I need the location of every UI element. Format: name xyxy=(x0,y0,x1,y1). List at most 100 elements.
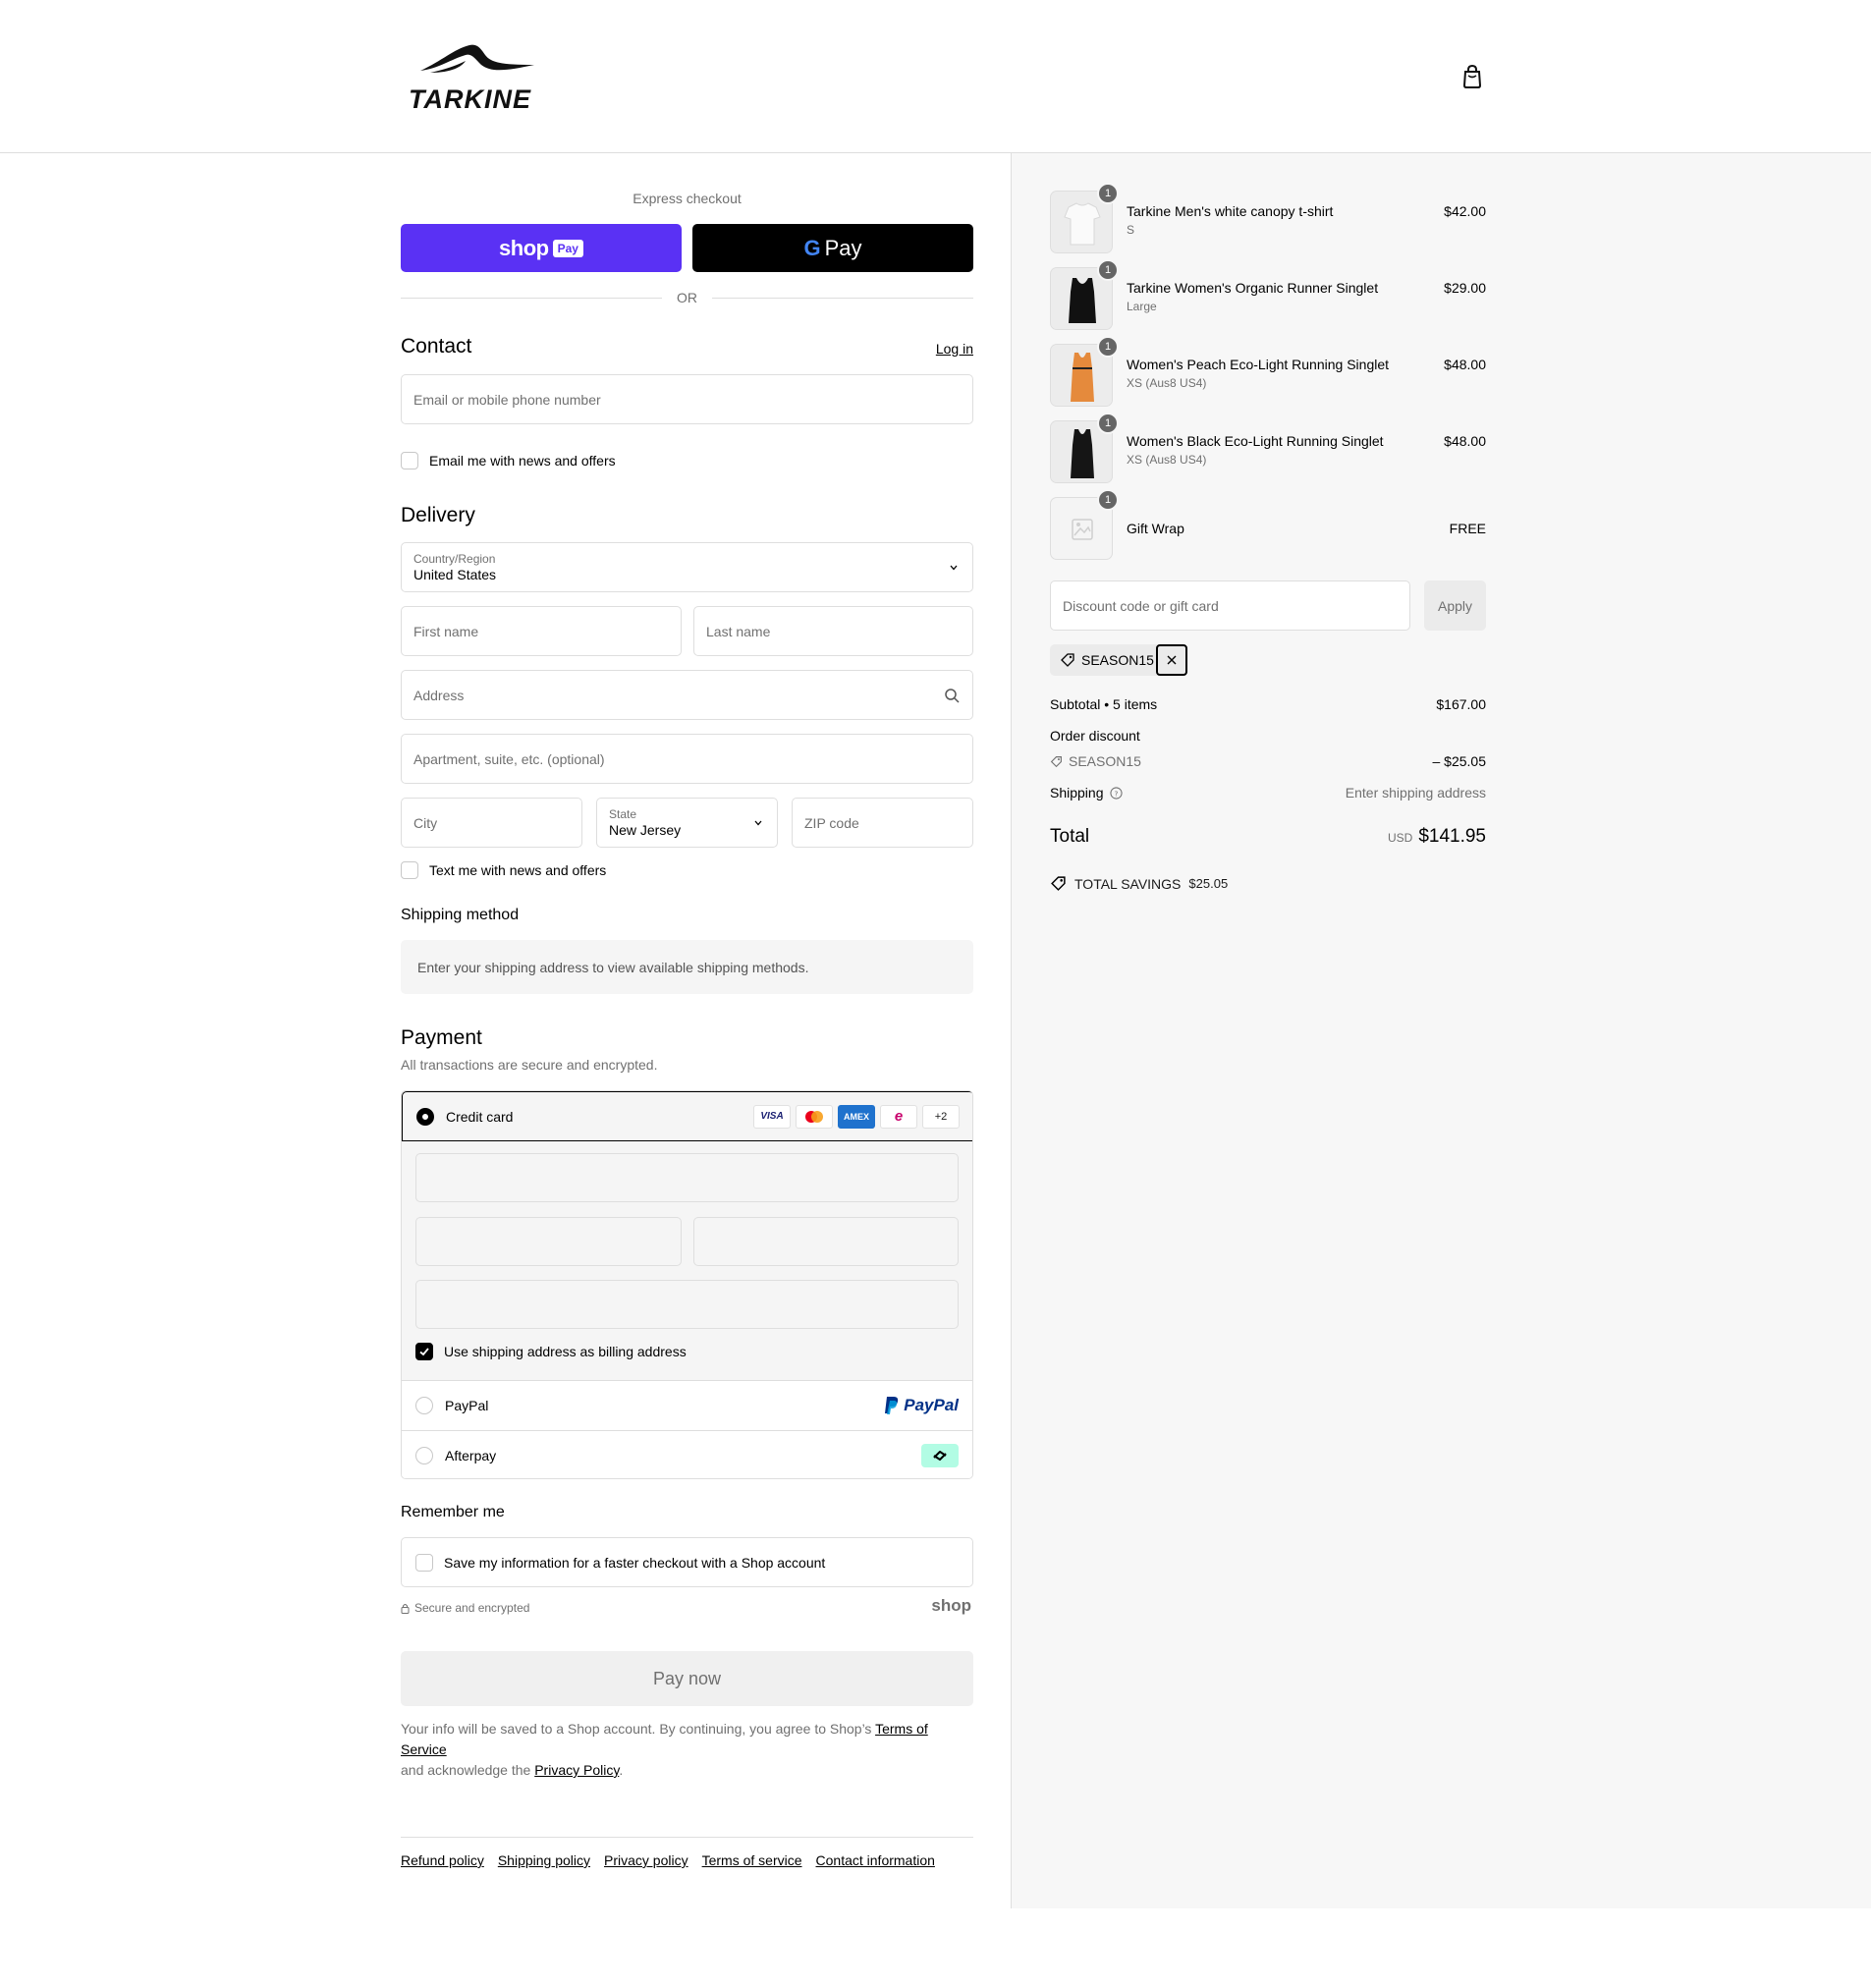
logo-wordmark: TARKINE xyxy=(409,84,531,114)
checkmark-icon xyxy=(419,1348,429,1356)
shipping-method-notice: Enter your shipping address to view avai… xyxy=(401,940,973,994)
shop-pay-word: shop xyxy=(499,235,549,260)
order-discount-row: Order discount xyxy=(1050,728,1486,744)
expiry-input[interactable] xyxy=(415,1217,682,1266)
quantity-badge: 1 xyxy=(1097,183,1119,204)
or-divider-text: OR xyxy=(677,290,697,305)
item-variant: S xyxy=(1127,223,1135,237)
afterpay-radio[interactable] xyxy=(415,1447,433,1464)
paypal-label: PayPal xyxy=(445,1398,489,1413)
text-news-option[interactable]: Text me with news and offers xyxy=(401,861,606,879)
login-link[interactable]: Log in xyxy=(936,341,973,357)
divider xyxy=(712,298,973,299)
paypal-logo: PayPal xyxy=(884,1396,959,1415)
applied-code: SEASON15 xyxy=(1081,652,1154,668)
email-field[interactable]: Email or mobile phone number xyxy=(401,374,973,424)
total-value: $141.95 xyxy=(1418,826,1486,847)
billing-checkbox[interactable] xyxy=(415,1343,433,1360)
paypal-radio[interactable] xyxy=(415,1397,433,1414)
mastercard-icon xyxy=(796,1104,833,1129)
item-name: Gift Wrap xyxy=(1127,521,1184,536)
shop-logo: shop xyxy=(931,1596,971,1615)
contact-information-link[interactable]: Contact information xyxy=(816,1852,935,1868)
google-pay-button[interactable]: G Pay xyxy=(692,224,973,272)
paypal-wordmark: PayPal xyxy=(904,1396,959,1414)
state-select[interactable]: State New Jersey xyxy=(596,798,778,848)
credit-card-radio[interactable] xyxy=(416,1107,434,1126)
credit-card-form: Use shipping address as billing address xyxy=(402,1141,972,1380)
apply-discount-button[interactable]: Apply xyxy=(1424,580,1486,631)
remove-discount-button[interactable] xyxy=(1155,644,1187,676)
applied-discount-tag: SEASON15 xyxy=(1050,644,1187,676)
line-item: 1 Tarkine Men's white canopy t-shirt S $… xyxy=(1050,183,1486,253)
address-placeholder: Address xyxy=(413,687,465,703)
tarkine-logo[interactable]: TARKINE xyxy=(409,39,550,114)
express-checkout-title: Express checkout xyxy=(633,191,742,206)
help-icon[interactable]: ? xyxy=(1109,786,1123,800)
subtotal-row: Subtotal • 5 items $167.00 xyxy=(1050,696,1486,712)
text-news-label: Text me with news and offers xyxy=(429,862,607,878)
refund-policy-link[interactable]: Refund policy xyxy=(401,1852,484,1868)
shop-pay-button[interactable]: shop Pay xyxy=(401,224,682,272)
secure-note: Secure and encrypted xyxy=(401,1601,529,1615)
last-name-field[interactable]: Last name xyxy=(693,606,973,656)
text-news-checkbox[interactable] xyxy=(401,861,418,879)
save-info-label: Save my information for a faster checkou… xyxy=(444,1554,826,1571)
google-g-icon: G xyxy=(803,235,821,260)
quantity-badge: 1 xyxy=(1097,336,1119,358)
shopping-bag-icon[interactable] xyxy=(1460,64,1484,89)
legal-middle: and acknowledge the xyxy=(401,1762,535,1778)
quantity-badge: 1 xyxy=(1097,413,1119,434)
tag-icon xyxy=(1061,653,1074,667)
zip-field[interactable]: ZIP code xyxy=(792,798,973,848)
zip-placeholder: ZIP code xyxy=(804,814,859,831)
total-savings: TOTAL SAVINGS $25.05 xyxy=(1050,875,1228,892)
state-label: State xyxy=(609,807,637,821)
shop-pay-chip: Pay xyxy=(552,239,583,257)
legal-prefix: Your info will be saved to a Shop accoun… xyxy=(401,1721,876,1737)
discount-value: – $25.05 xyxy=(1432,753,1487,769)
item-price: $48.00 xyxy=(1444,357,1486,372)
terms-of-service-footer-link[interactable]: Terms of service xyxy=(702,1852,802,1868)
save-info-option[interactable]: Save my information for a faster checkou… xyxy=(401,1537,973,1587)
svg-text:?: ? xyxy=(1114,789,1118,798)
item-variant: XS (Aus8 US4) xyxy=(1127,376,1207,390)
apartment-field[interactable]: Apartment, suite, etc. (optional) xyxy=(401,734,973,784)
discount-code-input[interactable]: Discount code or gift card xyxy=(1050,580,1410,631)
shipping-policy-link[interactable]: Shipping policy xyxy=(498,1852,590,1868)
total-label: Total xyxy=(1050,826,1090,847)
paypal-option[interactable]: PayPal PayPal xyxy=(402,1380,972,1430)
payment-subtitle: All transactions are secure and encrypte… xyxy=(401,1057,658,1073)
security-code-input[interactable] xyxy=(693,1217,959,1266)
discount-detail-row: SEASON15 – $25.05 xyxy=(1050,753,1486,769)
country-select[interactable]: Country/Region United States xyxy=(401,542,973,592)
email-news-option[interactable]: Email me with news and offers xyxy=(401,452,616,469)
apartment-placeholder: Apartment, suite, etc. (optional) xyxy=(413,750,605,767)
secure-text: Secure and encrypted xyxy=(414,1601,530,1615)
card-number-input[interactable] xyxy=(415,1153,959,1202)
country-value: United States xyxy=(413,567,497,582)
city-field[interactable]: City xyxy=(401,798,582,848)
afterpay-icon xyxy=(921,1444,959,1467)
header: TARKINE xyxy=(0,0,1871,153)
first-name-field[interactable]: First name xyxy=(401,606,682,656)
privacy-policy-footer-link[interactable]: Privacy policy xyxy=(604,1852,688,1868)
tag-icon xyxy=(1050,755,1062,767)
last-name-placeholder: Last name xyxy=(706,623,771,639)
privacy-policy-link[interactable]: Privacy Policy xyxy=(534,1762,619,1778)
afterpay-option[interactable]: Afterpay xyxy=(402,1430,972,1478)
email-news-checkbox[interactable] xyxy=(401,452,418,469)
save-info-checkbox[interactable] xyxy=(415,1553,433,1572)
address-field[interactable]: Address xyxy=(401,670,973,720)
savings-label: TOTAL SAVINGS xyxy=(1074,875,1182,892)
footer-divider xyxy=(401,1837,973,1838)
payment-methods: Credit card VISA AMEX e +2 Use shipping … xyxy=(401,1090,973,1479)
legal-suffix: . xyxy=(619,1762,624,1778)
credit-card-option[interactable]: Credit card VISA AMEX e +2 xyxy=(402,1091,972,1141)
logo-mark xyxy=(420,44,534,73)
name-on-card-input[interactable] xyxy=(415,1280,959,1329)
quantity-badge: 1 xyxy=(1097,259,1119,281)
pay-now-button[interactable]: Pay now xyxy=(401,1651,973,1706)
chevron-down-icon xyxy=(754,820,762,826)
billing-address-option[interactable]: Use shipping address as billing address xyxy=(415,1343,687,1360)
